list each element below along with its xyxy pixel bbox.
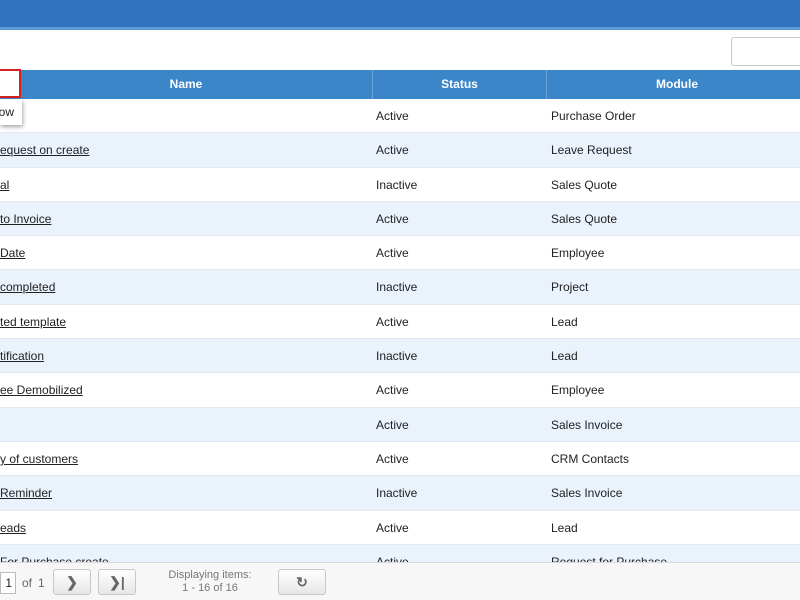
row-module: CRM Contacts xyxy=(551,451,630,466)
app-header-bar xyxy=(0,0,800,30)
displaying-range: 1 - 16 of 16 xyxy=(182,582,238,594)
row-name-link[interactable]: equest on create xyxy=(0,133,370,167)
row-module: Sales Quote xyxy=(551,211,618,226)
table-row[interactable]: to Invoice Active Sales Quote xyxy=(0,201,800,237)
row-module: Lead xyxy=(551,349,578,364)
page-of-label: of xyxy=(22,576,33,590)
row-module: Lead xyxy=(551,314,578,329)
row-status: Active xyxy=(376,417,409,432)
table-row[interactable]: eads Active Lead xyxy=(0,511,800,545)
row-status: Inactive xyxy=(376,349,418,364)
row-status: Inactive xyxy=(376,486,418,501)
table-row[interactable]: Reminder Inactive Sales Invoice xyxy=(0,476,800,511)
pagination-bar: 1 of 1 ❯ ❯| Displaying items: 1 - 16 of … xyxy=(0,562,800,600)
row-name-link[interactable] xyxy=(0,99,370,133)
row-name-link[interactable]: eads xyxy=(0,511,370,545)
row-name-link[interactable]: al xyxy=(0,168,370,202)
row-name-link[interactable]: y of customers xyxy=(0,442,370,476)
context-menu-item[interactable]: low xyxy=(0,99,14,125)
row-name-link[interactable]: Date xyxy=(0,236,370,270)
row-status: Active xyxy=(376,143,409,158)
row-module: Leave Request xyxy=(551,143,632,158)
row-status: Active xyxy=(376,383,409,398)
row-status: Active xyxy=(376,451,409,466)
row-module: Employee xyxy=(551,246,605,261)
table-row[interactable]: al Inactive Sales Quote xyxy=(0,168,800,202)
row-status: Active xyxy=(376,246,409,261)
table-row[interactable]: y of customers Active CRM Contacts xyxy=(0,442,800,477)
table-row[interactable]: tification Inactive Lead xyxy=(0,339,800,374)
table-row[interactable]: Date Active Employee xyxy=(0,236,800,271)
row-status: Inactive xyxy=(376,177,418,192)
row-module: Sales Quote xyxy=(551,177,618,192)
row-module: Employee xyxy=(551,383,605,398)
row-module: Purchase Order xyxy=(551,109,636,123)
row-name-link[interactable]: to Invoice xyxy=(0,202,370,236)
row-module: Sales Invoice xyxy=(551,486,623,501)
table-row[interactable]: equest on create Active Leave Request xyxy=(0,133,800,168)
row-module: Project xyxy=(551,280,589,295)
table-row[interactable]: ee Demobilized Active Employee xyxy=(0,373,800,408)
context-menu-popup[interactable]: low xyxy=(0,99,22,125)
row-name-link[interactable]: ted template xyxy=(0,305,370,339)
displaying-label: Displaying items: xyxy=(168,569,252,581)
grid-body: Active Purchase Order equest on create A… xyxy=(0,99,800,562)
highlighted-menu-button[interactable] xyxy=(0,69,21,98)
column-header-status[interactable]: Status xyxy=(373,70,547,99)
grid-header: Name Status Module xyxy=(0,70,800,99)
table-row[interactable]: For Purchase create Active Request for P… xyxy=(0,544,800,562)
row-name-link[interactable]: tification xyxy=(0,339,370,373)
last-page-icon: ❯| xyxy=(109,574,125,590)
table-row[interactable]: Active Purchase Order xyxy=(0,99,800,134)
row-status: Active xyxy=(376,520,409,535)
column-header-name[interactable]: Name xyxy=(0,70,373,99)
table-row[interactable]: Active Sales Invoice xyxy=(0,407,800,442)
row-status: Active xyxy=(376,314,409,329)
row-status: Inactive xyxy=(376,280,418,295)
displaying-items-info: Displaying items: 1 - 16 of 16 xyxy=(150,569,270,595)
refresh-button[interactable]: ↻ xyxy=(278,569,326,595)
table-row[interactable]: completed Inactive Project xyxy=(0,270,800,305)
page-total-label: 1 xyxy=(38,576,45,590)
row-status: Active xyxy=(376,211,409,226)
row-module: Sales Invoice xyxy=(551,417,623,432)
row-name-link[interactable]: For Purchase create xyxy=(0,545,370,562)
row-module: Request for Purchase xyxy=(551,554,668,562)
table-row[interactable]: ted template Active Lead xyxy=(0,305,800,340)
grid-toolbar xyxy=(0,33,800,70)
last-page-button[interactable]: ❯| xyxy=(98,569,136,595)
row-status: Active xyxy=(376,109,409,123)
row-module: Lead xyxy=(551,520,578,535)
refresh-icon: ↻ xyxy=(296,574,308,590)
row-status: Active xyxy=(376,554,409,562)
row-name-link[interactable]: ee Demobilized xyxy=(0,373,370,407)
chevron-right-icon: ❯ xyxy=(66,574,78,590)
page-number-input[interactable]: 1 xyxy=(0,572,16,594)
row-name-link[interactable]: completed xyxy=(0,270,370,304)
row-name-link[interactable] xyxy=(0,408,370,442)
column-header-module[interactable]: Module xyxy=(547,70,800,99)
search-input[interactable] xyxy=(731,37,800,66)
row-name-link[interactable]: Reminder xyxy=(0,476,370,510)
next-page-button[interactable]: ❯ xyxy=(53,569,91,595)
